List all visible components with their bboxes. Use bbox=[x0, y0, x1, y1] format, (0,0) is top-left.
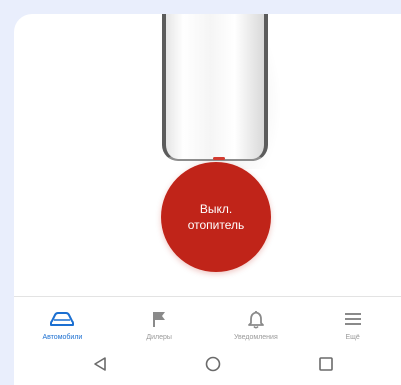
heater-device-image bbox=[162, 14, 268, 161]
heater-button-line2: отопитель bbox=[187, 218, 245, 232]
flag-icon bbox=[149, 308, 169, 330]
tab-more-label: Ещё bbox=[345, 334, 360, 341]
car-icon bbox=[49, 308, 75, 330]
tab-more[interactable]: Ещё bbox=[304, 297, 401, 345]
heater-button-line1: Выкл. bbox=[199, 202, 233, 216]
system-nav-bar bbox=[14, 344, 401, 385]
heater-off-button[interactable]: Выкл. отопитель bbox=[161, 162, 271, 272]
tab-notifications[interactable]: Уведомления bbox=[208, 297, 305, 345]
recents-icon[interactable] bbox=[316, 354, 336, 374]
bell-icon bbox=[246, 308, 266, 330]
tab-notifications-label: Уведомления bbox=[233, 334, 278, 341]
tab-cars-label: Автомобили bbox=[42, 334, 83, 341]
menu-icon bbox=[343, 308, 363, 330]
tab-dealers-label: Дилеры bbox=[146, 334, 172, 341]
device-indicator-light bbox=[213, 157, 225, 160]
tab-dealers[interactable]: Дилеры bbox=[111, 297, 208, 345]
back-icon[interactable] bbox=[90, 354, 110, 374]
tab-cars[interactable]: Автомобили bbox=[14, 297, 111, 345]
app-screen: Выкл. отопитель Автомобили Дилеры Уведом… bbox=[14, 14, 401, 385]
bottom-tab-bar: Автомобили Дилеры Уведомления Ещё bbox=[14, 296, 401, 345]
home-icon[interactable] bbox=[203, 354, 223, 374]
